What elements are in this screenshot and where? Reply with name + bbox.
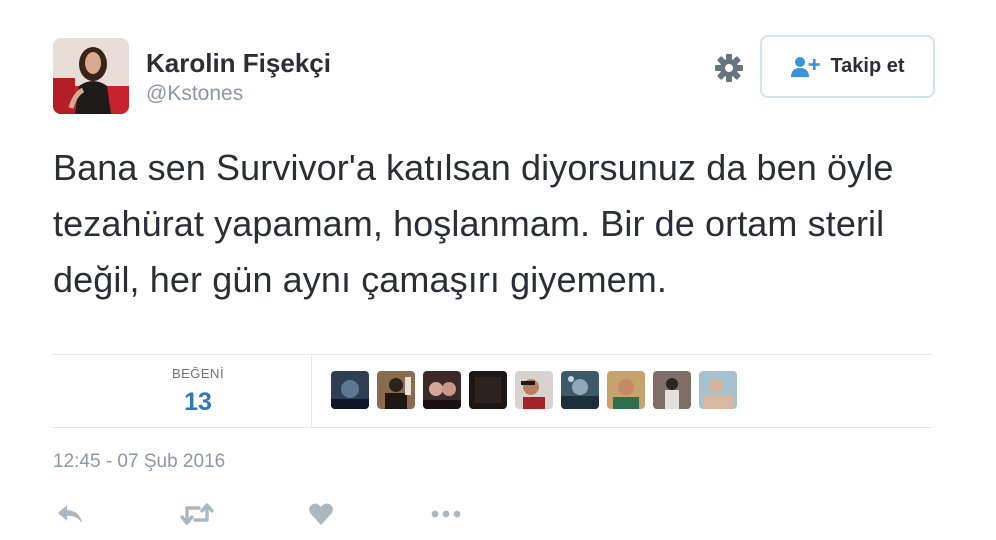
- like-button[interactable]: [308, 500, 334, 528]
- reply-arrow-icon: [58, 505, 82, 523]
- gear-icon[interactable]: [712, 51, 746, 85]
- avatar[interactable]: [53, 38, 129, 114]
- liker-avatar[interactable]: [699, 371, 737, 409]
- retweet-button[interactable]: [180, 500, 214, 528]
- divider: [53, 354, 931, 355]
- ellipsis-icon: [431, 510, 461, 518]
- likes-stat[interactable]: BEĞENİ 13: [150, 366, 246, 417]
- liker-avatars: [331, 371, 737, 409]
- liker-avatar[interactable]: [423, 371, 461, 409]
- more-button[interactable]: [430, 500, 462, 528]
- divider: [53, 427, 931, 428]
- liker-avatar[interactable]: [377, 371, 415, 409]
- liker-avatar[interactable]: [515, 371, 553, 409]
- liker-avatar[interactable]: [561, 371, 599, 409]
- liker-avatar[interactable]: [653, 371, 691, 409]
- liker-avatar[interactable]: [331, 371, 369, 409]
- reply-button[interactable]: [56, 500, 84, 528]
- liker-avatar[interactable]: [607, 371, 645, 409]
- tweet-text: Bana sen Survivor'a katılsan diyorsunuz …: [53, 147, 894, 300]
- likes-count: 13: [184, 388, 212, 416]
- divider: [311, 354, 312, 427]
- add-person-icon: [790, 56, 821, 78]
- tweet-timestamp[interactable]: 12:45 - 07 Şub 2016: [53, 451, 225, 473]
- user-name[interactable]: Karolin Fişekçi: [146, 48, 331, 79]
- follow-button[interactable]: Takip et: [760, 35, 935, 98]
- liker-avatar[interactable]: [469, 371, 507, 409]
- retweet-icon: [180, 503, 214, 525]
- tweet-card: Karolin Fişekçi @Kstones Takip et Bana s…: [0, 0, 996, 540]
- likes-label: BEĞENİ: [171, 366, 225, 381]
- follow-button-label: Takip et: [830, 55, 905, 77]
- heart-icon: [309, 503, 333, 525]
- user-handle[interactable]: @Kstones: [146, 82, 243, 106]
